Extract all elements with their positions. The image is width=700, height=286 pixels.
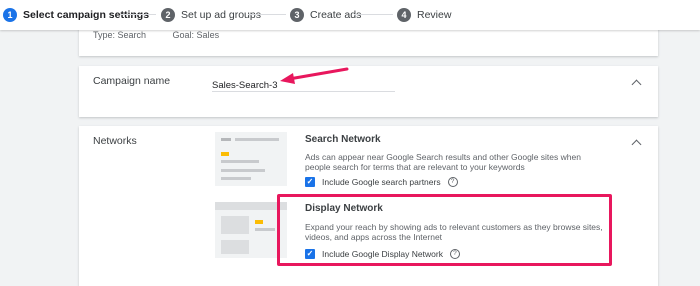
step-set-up-ad-groups[interactable]: 2 Set up ad groups [161, 7, 261, 23]
step-create-ads[interactable]: 3 Create ads [290, 7, 361, 23]
progress-stepper: 1 Select campaign settings 2 Set up ad g… [0, 0, 700, 30]
step-number: 4 [397, 8, 411, 22]
step-number: 3 [290, 8, 304, 22]
annotation-arrow-icon [280, 67, 349, 84]
step-review[interactable]: 4 Review [397, 7, 451, 23]
step-label: Review [417, 9, 452, 21]
step-number: 2 [161, 8, 175, 22]
step-connector [354, 14, 393, 15]
step-label: Select campaign settings [23, 9, 150, 21]
step-connector [248, 14, 286, 15]
step-label: Create ads [310, 9, 362, 21]
step-label: Set up ad groups [181, 9, 261, 21]
step-select-campaign-settings[interactable]: 1 Select campaign settings [3, 7, 149, 23]
step-number: 1 [3, 8, 17, 22]
step-connector [120, 14, 156, 15]
